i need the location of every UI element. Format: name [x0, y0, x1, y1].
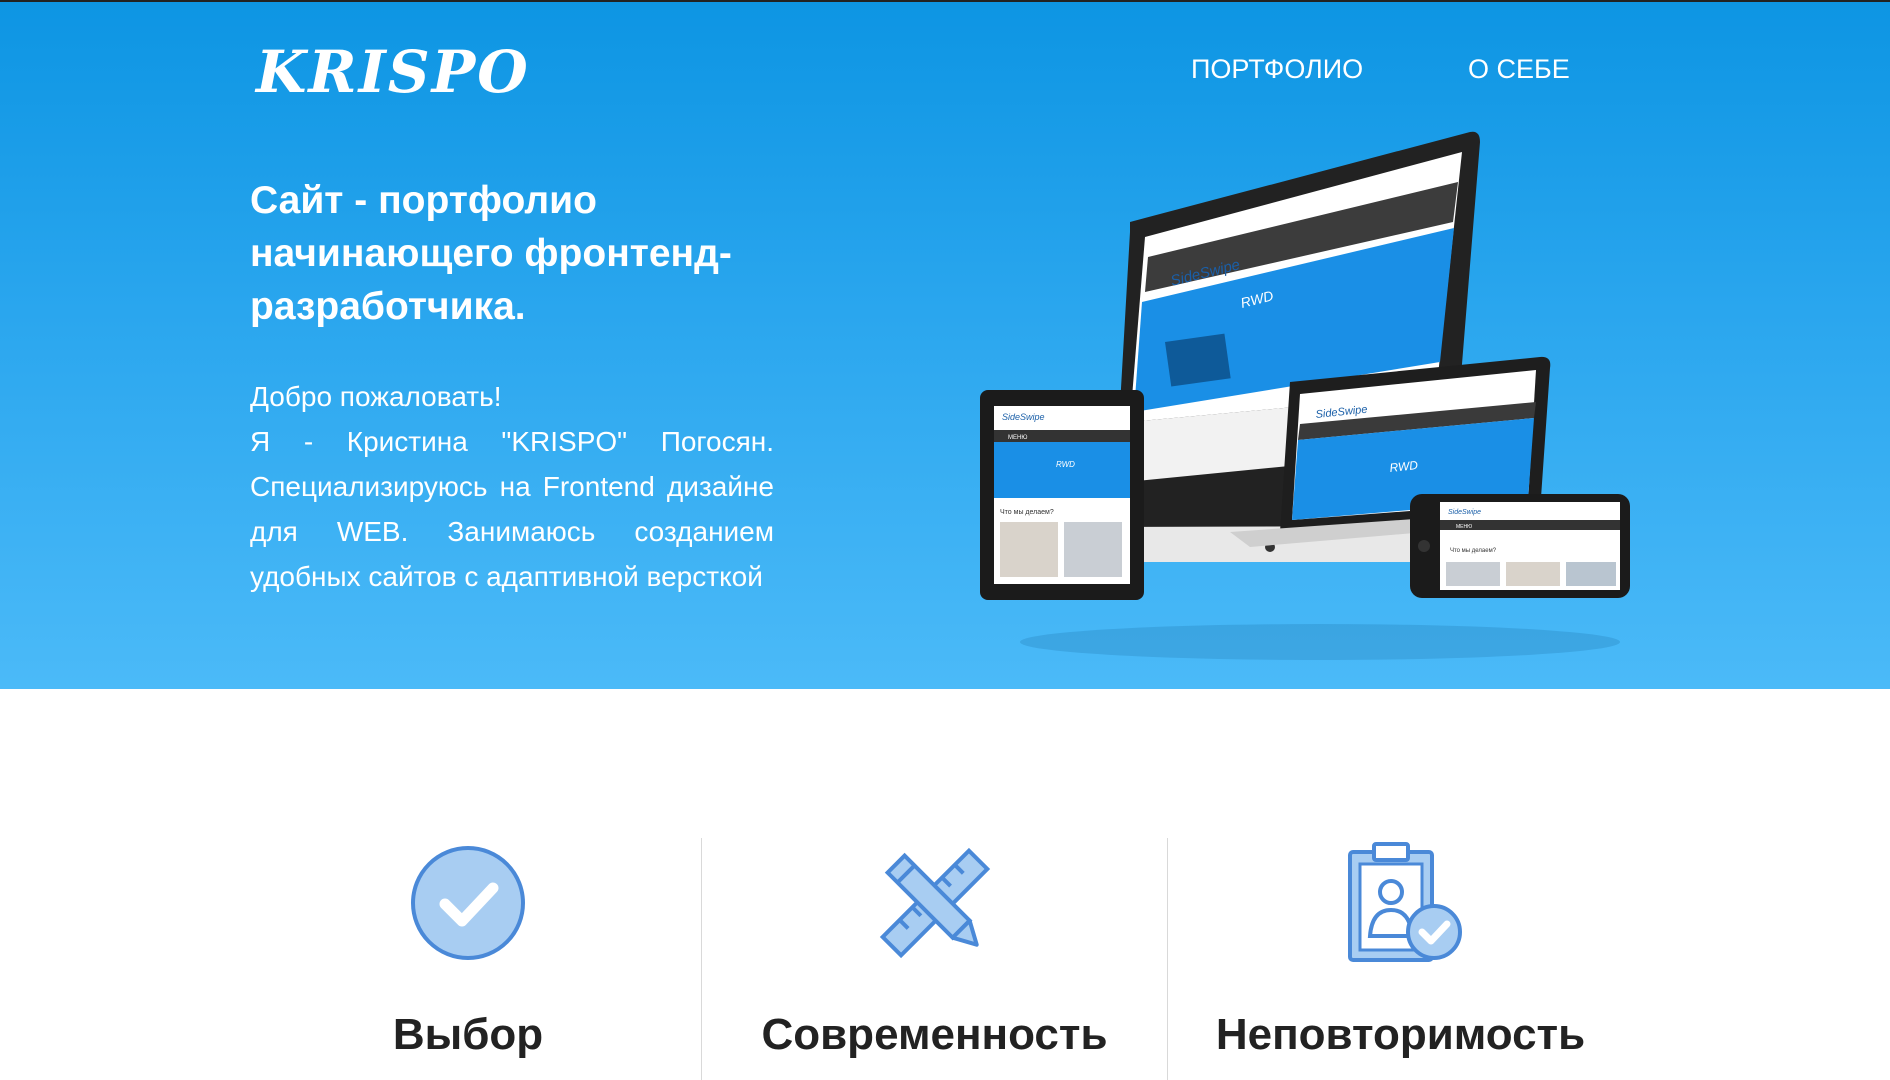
- nav-link-about[interactable]: О СЕБЕ: [1468, 54, 1570, 85]
- feature-choice: Выбор: [235, 838, 701, 1080]
- feature-title: Неповторимость: [1215, 1010, 1586, 1059]
- clipboard-user-check-icon: [1347, 842, 1462, 962]
- responsive-devices-illustration: SideSwipe RWD SideSwipe RWD SideSwipe МЕ…: [980, 131, 1630, 660]
- feature-title: Выбор: [392, 1010, 544, 1059]
- feature-modernity: Современность: [701, 838, 1167, 1080]
- hero-description: Я - Кристина "KRISPO" Погосян. Специализ…: [250, 426, 774, 592]
- feature-uniqueness: Неповторимость: [1167, 838, 1633, 1080]
- tablet: SideSwipe МЕНЮ RWD Что мы делаем?: [980, 390, 1144, 600]
- main-nav: ПОРТФОЛИО О СЕБЕ: [0, 54, 1890, 94]
- phone-menu-text: МЕНЮ: [1456, 524, 1472, 530]
- hero-section: KRISPO ПОРТФОЛИО О СЕБЕ Сайт - портфолио…: [0, 0, 1890, 689]
- hero-headline: Сайт - портфолио начинающего фронтенд-ра…: [250, 179, 732, 328]
- phone-brand-text: SideSwipe: [1448, 509, 1481, 516]
- tablet-menu-text: МЕНЮ: [1008, 435, 1027, 441]
- hero-intro: Добро пожаловать! Я - Кристина "KRISPO" …: [250, 374, 774, 599]
- smartphone: SideSwipe МЕНЮ Что мы делаем?: [1410, 494, 1630, 598]
- tablet-banner-text: RWD: [1056, 460, 1075, 469]
- check-circle-icon: [411, 846, 525, 960]
- tablet-brand-text: SideSwipe: [1002, 412, 1045, 422]
- ruler-pencil-icon: [879, 847, 990, 959]
- hero-greeting: Добро пожаловать!: [250, 381, 502, 412]
- laptop-banner-text: RWD: [1389, 458, 1419, 475]
- phone-section-text: Что мы делаем?: [1450, 548, 1497, 554]
- feature-title: Современность: [761, 1010, 1108, 1059]
- nav-link-portfolio[interactable]: ПОРТФОЛИО: [1191, 54, 1363, 85]
- tablet-section-text: Что мы делаем?: [1000, 509, 1054, 516]
